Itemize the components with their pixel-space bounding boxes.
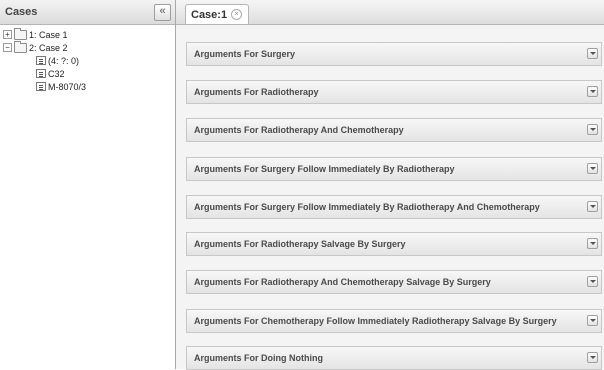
section-arguments-chemo-radio-salvage-surgery[interactable]: Arguments For Chemotherapy Follow Immedi… [186, 309, 602, 333]
section-arguments-radio-chemo-salvage-surgery[interactable]: Arguments For Radiotherapy And Chemother… [186, 270, 602, 294]
document-icon [36, 82, 46, 91]
collapse-toggle-icon[interactable]: − [3, 43, 12, 52]
chevron-down-icon[interactable] [587, 315, 598, 326]
tab-label: Case:1 [191, 8, 228, 21]
folder-icon [14, 27, 27, 40]
chevron-down-icon[interactable] [587, 124, 598, 135]
chevron-down-icon[interactable] [587, 201, 598, 212]
close-icon[interactable]: × [231, 9, 243, 20]
folder-open-icon [14, 40, 27, 53]
chevron-down-icon[interactable] [587, 276, 598, 287]
tree-item-child[interactable]: M-8070/3 [0, 80, 175, 93]
section-title: Arguments For Surgery [194, 49, 296, 59]
section-arguments-doing-nothing[interactable]: Arguments For Doing Nothing [186, 346, 602, 370]
section-arguments-surgery[interactable]: Arguments For Surgery [186, 42, 602, 66]
section-arguments-surgery-then-radio-chemo[interactable]: Arguments For Surgery Follow Immediately… [186, 195, 602, 219]
tree-item-label: 1: Case 1 [29, 29, 68, 40]
cases-panel-header: Cases « [0, 0, 175, 25]
chevron-down-icon[interactable] [587, 163, 598, 174]
tree-item-label: 2: Case 2 [29, 42, 68, 53]
cases-panel: Cases « + 1: Case 1 − 2: Case 2 (4: ?: 0… [0, 0, 176, 369]
chevron-down-icon[interactable] [587, 352, 598, 363]
section-title: Arguments For Surgery Follow Immediately… [194, 202, 540, 212]
section-title: Arguments For Chemotherapy Follow Immedi… [194, 316, 557, 326]
chevron-down-icon[interactable] [587, 238, 598, 249]
chevron-down-icon[interactable] [587, 86, 598, 97]
section-title: Arguments For Radiotherapy [194, 87, 319, 97]
case-workspace: Case:1 × Arguments For Surgery Arguments… [176, 0, 604, 370]
case-tree: + 1: Case 1 − 2: Case 2 (4: ?: 0) C32 M-… [0, 25, 175, 93]
chevron-down-icon[interactable] [587, 48, 598, 59]
section-title: Arguments For Surgery Follow Immediately… [194, 164, 455, 174]
tab-bar: Case:1 × [176, 0, 604, 25]
tree-item-label: C32 [48, 68, 65, 79]
tree-item-label: (4: ?: 0) [48, 55, 80, 66]
cases-panel-title: Cases [5, 6, 38, 18]
section-title: Arguments For Radiotherapy Salvage By Su… [194, 239, 406, 249]
tree-item-label: M-8070/3 [48, 81, 87, 92]
section-title: Arguments For Radiotherapy And Chemother… [194, 277, 491, 287]
collapse-panel-button[interactable]: « [154, 4, 171, 21]
section-arguments-radio-salvage-surgery[interactable]: Arguments For Radiotherapy Salvage By Su… [186, 232, 602, 256]
section-title: Arguments For Doing Nothing [194, 353, 323, 363]
section-arguments-radio-chemo[interactable]: Arguments For Radiotherapy And Chemother… [186, 118, 602, 142]
document-icon [36, 56, 46, 65]
document-icon [36, 69, 46, 78]
tree-item-case-1[interactable]: + 1: Case 1 [0, 27, 175, 41]
tab-case-1[interactable]: Case:1 × [185, 4, 250, 24]
tree-item-child[interactable]: C32 [0, 67, 175, 80]
section-arguments-radiotherapy[interactable]: Arguments For Radiotherapy [186, 80, 602, 104]
tree-item-case-2[interactable]: − 2: Case 2 [0, 40, 175, 54]
section-arguments-surgery-then-radio[interactable]: Arguments For Surgery Follow Immediately… [186, 157, 602, 181]
expand-toggle-icon[interactable]: + [3, 30, 12, 39]
section-title: Arguments For Radiotherapy And Chemother… [194, 125, 404, 135]
tree-item-child[interactable]: (4: ?: 0) [0, 54, 175, 67]
